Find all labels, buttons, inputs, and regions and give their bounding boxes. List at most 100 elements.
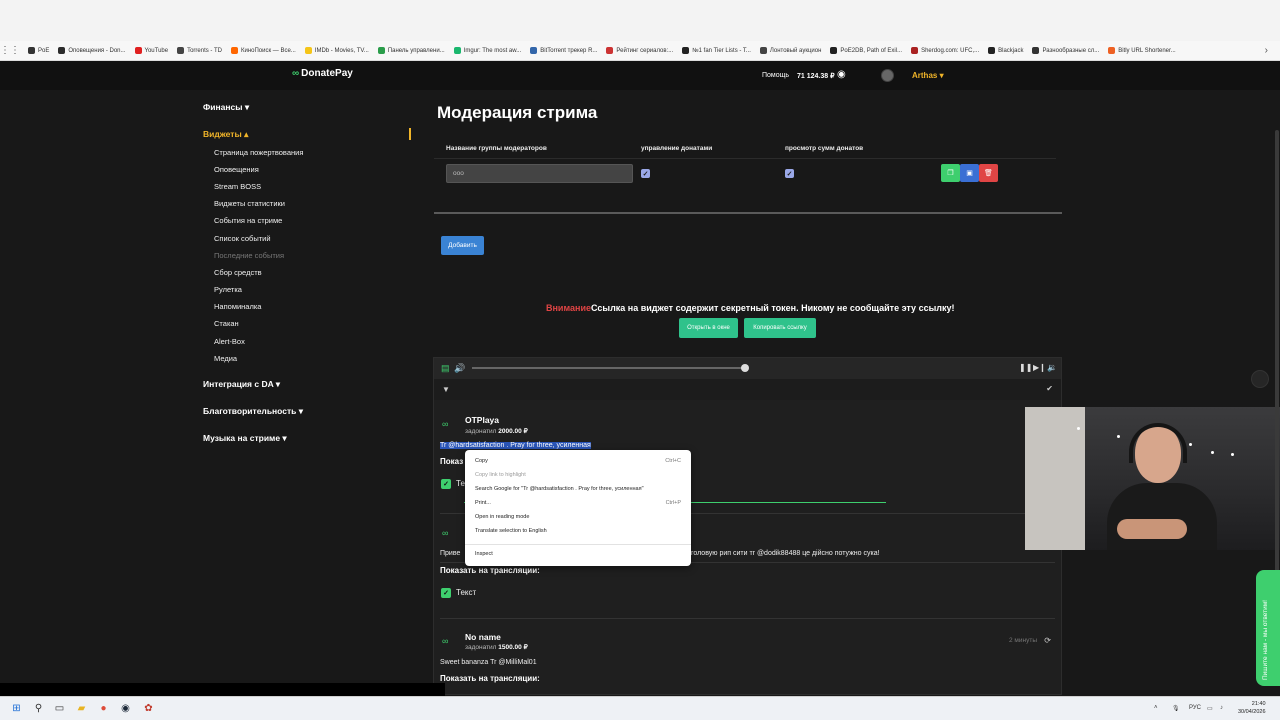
avatar[interactable] xyxy=(881,69,894,82)
bookmark-favicon-icon xyxy=(759,47,767,54)
bookmark-item[interactable]: КиноПоиск — Все... xyxy=(231,47,296,54)
bookmark-item[interactable]: PoE2DB, Path of Exil... xyxy=(830,47,902,54)
bookmark-item[interactable]: №1 fan Tier Lists - T... xyxy=(682,47,751,54)
bookmark-item[interactable]: Оповещения - Don... xyxy=(58,47,126,54)
sidebar-item-stream-events[interactable]: События на стриме xyxy=(214,216,282,225)
file-explorer-icon[interactable]: ▰ xyxy=(75,702,88,715)
bookmark-item[interactable]: Рейтинг сериалов:... xyxy=(606,47,673,54)
logo[interactable]: ∞ DonatePay xyxy=(292,68,353,79)
bookmark-item[interactable]: Sherdog.com: UFC,... xyxy=(911,47,979,54)
sidebar-item-roulette[interactable]: Рулетка xyxy=(214,285,242,294)
task-view-icon[interactable]: ▭ xyxy=(53,702,66,715)
bookmarks-bar: ⋮⋮ PoE Оповещения - Don... YouTube Torrents… xyxy=(0,41,1280,61)
bookmark-item[interactable]: Разнообразные сл... xyxy=(1032,47,1099,54)
help-link[interactable]: Помощь xyxy=(762,72,789,79)
bookmark-item[interactable]: Torrents - TD xyxy=(177,47,222,54)
search-icon[interactable]: ⚲ xyxy=(32,702,45,715)
copy-icon[interactable]: ❐ xyxy=(941,164,960,182)
check-all-icon[interactable]: ✔ xyxy=(1046,384,1053,393)
sound-icon[interactable]: 🔉 xyxy=(1047,363,1057,372)
sidebar-widgets[interactable]: Виджеты ▴ xyxy=(203,129,248,140)
bookmark-item[interactable]: Лонтовый аукцион xyxy=(759,47,821,54)
sidebar-charity[interactable]: Благотворительность ▾ xyxy=(203,406,303,417)
open-window-button[interactable]: Открыть в окне xyxy=(679,318,738,338)
menu-item-translate[interactable]: Translate selection to English xyxy=(475,528,547,534)
bookmark-favicon-icon xyxy=(606,47,614,54)
bookmark-item[interactable]: BitTorrent трекер R... xyxy=(530,47,597,54)
tray-chevron-icon[interactable]: ˄ xyxy=(1154,705,1158,711)
group-name-input[interactable]: ооо xyxy=(446,164,633,183)
sidebar-item-reminder[interactable]: Напоминалка xyxy=(214,302,261,311)
clock-time: 21:40 xyxy=(1251,701,1266,707)
warning-label: Внимание xyxy=(546,303,591,313)
donation-message[interactable]: Tr @hardsatisfaction . Pray for three, у… xyxy=(440,442,591,449)
volume-tray-icon[interactable]: ♪ xyxy=(1220,705,1223,711)
sidebar-item-stats-widgets[interactable]: Виджеты статистики xyxy=(214,199,285,208)
scrollbar[interactable] xyxy=(1275,130,1279,580)
chrome-icon[interactable]: ● xyxy=(97,702,110,715)
chat-tab[interactable]: Пишите нам - мы ответим! xyxy=(1256,570,1280,686)
bookmark-item[interactable]: IMDb - Movies, TV... xyxy=(304,47,369,54)
sidebar-item-alert-box[interactable]: Alert-Box xyxy=(214,337,245,346)
scroll-top-button[interactable] xyxy=(1251,370,1269,388)
manage-donations-checkbox[interactable]: ✓ xyxy=(641,169,650,178)
bookmark-label: Оповещения - Don... xyxy=(68,47,126,54)
bookmark-favicon-icon xyxy=(58,47,66,54)
refresh-icon[interactable]: ⟳ xyxy=(1044,636,1051,645)
sidebar-item-last-events[interactable]: Последние события xyxy=(214,251,284,260)
filter-icon[interactable]: ▼ xyxy=(442,385,450,394)
sidebar-item-fundraising[interactable]: Сбор средств xyxy=(214,268,262,277)
bookmark-favicon-icon xyxy=(830,47,838,54)
network-icon[interactable]: ▭ xyxy=(1207,705,1213,712)
sidebar-item-media[interactable]: Медиа xyxy=(214,354,237,363)
menu-item-reading-mode[interactable]: Open in reading mode xyxy=(475,514,529,520)
sidebar-item-alerts[interactable]: Оповещения xyxy=(214,165,259,174)
eye-icon[interactable]: ◉ xyxy=(837,69,846,80)
bookmark-item[interactable]: YouTube xyxy=(134,47,168,54)
clock[interactable]: 21:40 30/04/2026 xyxy=(1238,700,1266,716)
progress-knob[interactable] xyxy=(741,364,749,372)
bookmark-item[interactable]: Bitly URL Shortener... xyxy=(1108,47,1176,54)
taskbar: ⊞ ⚲ ▭ ▰ ● ◉ ✿ ˄ 🎙 РУС ▭ ♪ 21:40 30/04/202… xyxy=(0,696,1280,720)
menu-item-copy-link[interactable]: Copy link to highlight xyxy=(475,472,526,478)
bookmarks-more-icon[interactable]: › xyxy=(1265,45,1268,56)
save-icon[interactable]: ▣ xyxy=(960,164,979,182)
apps-grid-icon[interactable]: ⋮⋮ xyxy=(0,45,20,57)
view-sums-checkbox[interactable]: ✓ xyxy=(785,169,794,178)
volume-icon[interactable]: 🔊 xyxy=(454,363,465,374)
windows-start-icon[interactable]: ⊞ xyxy=(10,702,23,715)
app-icon[interactable]: ✿ xyxy=(142,702,155,715)
skip-icon[interactable]: ▶❙ xyxy=(1033,363,1046,372)
text-checkbox[interactable]: ✓ xyxy=(441,479,451,489)
widget-icon[interactable]: ▤ xyxy=(441,363,450,374)
menu-item-print[interactable]: Print... xyxy=(475,500,491,506)
sidebar-finance[interactable]: Финансы ▾ xyxy=(203,102,249,113)
delete-icon[interactable]: 🗑 xyxy=(979,164,998,182)
balance-value: 71 124.38 ₽ xyxy=(797,73,835,80)
copy-link-button[interactable]: Копировать ссылку xyxy=(744,318,816,338)
bookmark-item[interactable]: PoE xyxy=(28,47,49,54)
add-button[interactable]: Добавить xyxy=(441,236,484,255)
sidebar-item-donation-page[interactable]: Страница пожертвования xyxy=(214,148,303,157)
sidebar-item-stream-boss[interactable]: Stream BOSS xyxy=(214,182,261,191)
sidebar-item-glass[interactable]: Стакан xyxy=(214,319,239,328)
user-menu[interactable]: Arthas ▾ xyxy=(912,71,944,80)
bookmark-favicon-icon xyxy=(911,47,919,54)
pause-icon[interactable]: ❚❚ xyxy=(1019,363,1032,372)
sidebar-integration[interactable]: Интеграция с DA ▾ xyxy=(203,379,280,390)
sidebar-music[interactable]: Музыка на стриме ▾ xyxy=(203,433,287,444)
steam-icon[interactable]: ◉ xyxy=(119,702,132,715)
progress-track[interactable] xyxy=(472,367,746,369)
menu-item-inspect[interactable]: Inspect xyxy=(475,551,493,557)
mic-icon[interactable]: 🎙 xyxy=(1172,705,1180,712)
text-checkbox[interactable]: ✓ xyxy=(441,588,451,598)
menu-item-copy[interactable]: Copy xyxy=(475,458,488,464)
sidebar-item-event-list[interactable]: Список событий xyxy=(214,234,271,243)
lang-indicator[interactable]: РУС xyxy=(1189,705,1201,711)
bookmark-item[interactable]: Blackjack xyxy=(988,47,1023,54)
sum-value: 1500.00 ₽ xyxy=(498,644,528,651)
sum-label: задонатил xyxy=(465,428,497,435)
bookmark-item[interactable]: Imgur: The most aw... xyxy=(453,47,521,54)
menu-item-search[interactable]: Search Google for "Tr @hardsatisfaction … xyxy=(475,486,644,492)
bookmark-item[interactable]: Панель управлени... xyxy=(377,47,445,54)
